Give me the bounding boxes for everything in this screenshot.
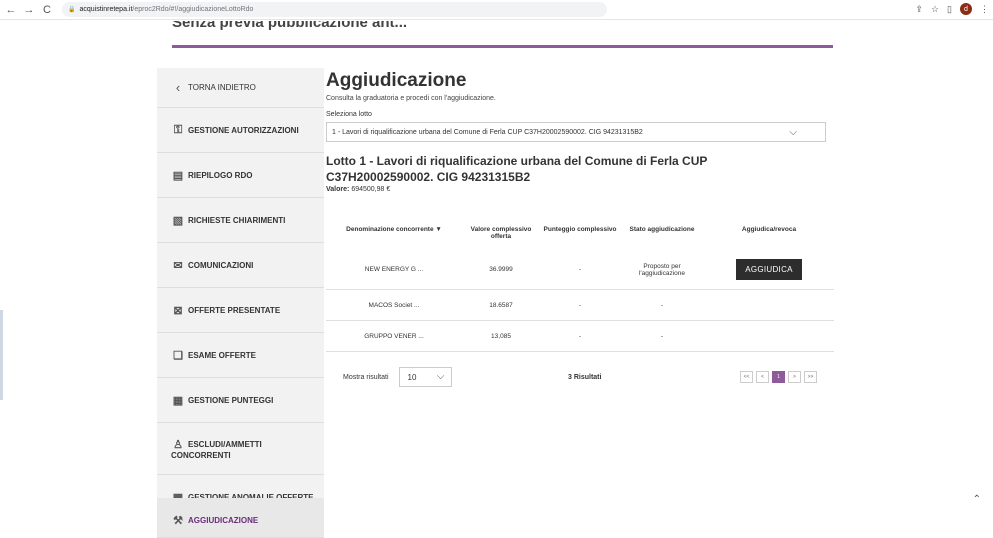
left-edge-indicator — [0, 310, 3, 400]
main-content: Aggiudicazione Consulta la graduatoria e… — [326, 70, 836, 193]
scroll-top-icon[interactable]: ⌃ — [973, 494, 981, 505]
cell-value: 18.6587 — [489, 301, 513, 309]
col-header-score: Punteggio complessivo — [543, 226, 617, 233]
sidebar-item-label: AGGIUDICAZIONE — [188, 516, 259, 525]
sidebar-item-label: OFFERTE PRESENTATE — [188, 305, 281, 315]
sidebar-item-label: TORNA INDIETRO — [188, 83, 256, 92]
document-question-icon: ▧ — [172, 214, 184, 227]
sidebar: ‹ TORNA INDIETRO ⚿ GESTIONE AUTORIZZAZIO… — [157, 68, 324, 538]
reload-icon[interactable]: C — [40, 3, 54, 17]
sidepanel-icon[interactable]: ▯ — [947, 4, 952, 15]
sidebar-item-label: RIEPILOGO RDO — [188, 170, 253, 180]
page-heading-clipped: Senza previa pubblicazione ant... — [172, 21, 408, 31]
per-page-select[interactable]: 10 ⌵ — [398, 367, 452, 387]
forward-icon[interactable]: → — [22, 3, 36, 17]
table-row: MACOS Societ ... 18.6587 - - — [326, 290, 834, 321]
pagination: << < 1 > >> — [740, 371, 817, 383]
lot-value-label: Valore: — [326, 186, 350, 193]
sidebar-item-label: RICHIESTE CHIARIMENTI — [188, 215, 286, 225]
cell-status: Proposto per l'aggiudicazione — [638, 262, 686, 277]
menu-icon[interactable]: ⋮ — [980, 4, 989, 15]
sidebar-item-label: GESTIONE AUTORIZZAZIONI — [188, 125, 299, 135]
ranking-table: Denominazione concorrente ▼ Valore compl… — [326, 226, 834, 352]
sidebar-item-authorizations[interactable]: ⚿ GESTIONE AUTORIZZAZIONI — [157, 108, 324, 153]
gavel-icon: ⚒ — [173, 515, 183, 527]
results-count: 3 Risultati — [568, 373, 602, 381]
sidebar-item-clarifications[interactable]: ▧ RICHIESTE CHIARIMENTI — [157, 198, 324, 243]
browser-actions: ⇪ ☆ ▯ d ⋮ — [915, 3, 989, 15]
sidebar-item-communications[interactable]: ✉ COMUNICAZIONI — [157, 243, 324, 288]
chat-icon: ✉ — [173, 259, 183, 272]
sidebar-item-submitted-offers[interactable]: ⊠ OFFERTE PRESENTATE — [157, 288, 324, 333]
col-header-competitor[interactable]: Denominazione concorrente ▼ — [326, 226, 462, 233]
sidebar-item-summary[interactable]: ▤ RIEPILOGO RDO — [157, 153, 324, 198]
cell-score: - — [578, 301, 582, 309]
last-page-button[interactable]: >> — [804, 371, 817, 383]
cell-competitor: MACOS Societ ... — [368, 301, 420, 309]
sidebar-item-label-line1: ESCLUDI/AMMETTI — [188, 439, 262, 449]
cell-score: - — [578, 266, 582, 273]
offer-document-icon: ⊠ — [173, 304, 183, 317]
lock-icon: 🔒 — [68, 7, 76, 13]
url-host: acquistinretepa.it — [79, 6, 133, 13]
sidebar-item-label: ESAME OFFERTE — [188, 350, 257, 360]
chevron-down-icon: ⌵ — [789, 127, 797, 138]
chevron-left-icon: ‹ — [175, 80, 181, 95]
lot-title: Lotto 1 - Lavori di riqualificazione urb… — [326, 154, 708, 184]
chevron-down-icon: ⌵ — [436, 371, 445, 382]
cell-competitor: NEW ENERGY G ... — [364, 266, 424, 273]
award-button[interactable]: AGGIUDICA — [736, 259, 802, 280]
next-page-button[interactable]: > — [788, 371, 801, 383]
per-page-label: Mostra risultati — [343, 373, 389, 381]
sidebar-item-label-line2: CONCORRENTI — [171, 451, 231, 460]
cell-score: - — [578, 332, 582, 340]
sidebar-item-award[interactable]: ⚒ AGGIUDICAZIONE — [157, 498, 324, 538]
share-icon[interactable]: ⇪ — [915, 4, 923, 15]
sidebar-item-label: GESTIONE PUNTEGGI — [188, 395, 274, 405]
lot-select[interactable]: 1 - Lavori di riqualificazione urbana de… — [326, 122, 826, 142]
col-header-value: Valore complessivo offerta — [470, 226, 532, 240]
page-title: Aggiudicazione — [326, 70, 467, 91]
lot-value: Valore: 694500,98 € — [326, 186, 836, 193]
document-list-icon: ▤ — [172, 169, 184, 182]
lot-select-value: 1 - Lavori di riqualificazione urbana de… — [332, 128, 643, 136]
bookmark-star-icon[interactable]: ☆ — [931, 4, 939, 15]
page-subtitle: Consulta la graduatoria e procedi con l'… — [326, 95, 496, 102]
sidebar-item-scores[interactable]: ▦ GESTIONE PUNTEGGI — [157, 378, 324, 423]
lot-value-amount: 694500,98 € — [351, 186, 391, 193]
sidebar-item-label: COMUNICAZIONI — [188, 260, 254, 270]
review-document-icon: ❏ — [173, 349, 183, 362]
first-page-button[interactable]: << — [740, 371, 753, 383]
cell-action: AGGIUDICA — [704, 259, 834, 280]
sidebar-item-exclude-admit[interactable]: ♙ ESCLUDI/AMMETTI CONCORRENTI — [157, 423, 324, 475]
cell-competitor: GRUPPO VENER ... — [364, 332, 424, 340]
table-row: GRUPPO VENER ... 13,085 - - — [326, 321, 834, 352]
profile-avatar[interactable]: d — [960, 3, 972, 15]
lot-select-label: Seleziona lotto — [326, 111, 372, 118]
current-page-button[interactable]: 1 — [772, 371, 785, 383]
table-header: Denominazione concorrente ▼ Valore compl… — [326, 226, 834, 250]
sidebar-item-review-offers[interactable]: ❏ ESAME OFFERTE — [157, 333, 324, 378]
per-page-value: 10 — [407, 372, 417, 382]
keys-icon: ⚿ — [173, 123, 183, 136]
scores-table-icon: ▦ — [172, 394, 184, 407]
header-divider — [172, 45, 833, 48]
users-icon: ♙ — [173, 438, 183, 451]
col-header-status: Stato aggiudicazione — [629, 226, 695, 233]
table-footer: Mostra risultati 10 ⌵ 3 Risultati << < 1… — [343, 366, 833, 388]
back-icon[interactable]: ← — [4, 3, 18, 17]
table-row: NEW ENERGY G ... 36.9999 - Proposto per … — [326, 250, 834, 290]
browser-toolbar: ← → C 🔒 acquistinretepa.it/eproc2Rdo/#!/… — [0, 0, 993, 20]
address-bar[interactable]: 🔒 acquistinretepa.it/eproc2Rdo/#!/aggiud… — [62, 2, 607, 17]
cell-status: - — [660, 332, 664, 340]
cell-value: 36.9999 — [489, 266, 513, 273]
url-path: /eproc2Rdo/#!/aggiudicazioneLottoRdo — [132, 6, 254, 13]
col-header-action: Aggiudica/revoca — [741, 226, 797, 233]
sidebar-item-back[interactable]: ‹ TORNA INDIETRO — [157, 68, 324, 108]
prev-page-button[interactable]: < — [756, 371, 769, 383]
cell-value: 13,085 — [491, 332, 511, 340]
cell-status: - — [660, 301, 664, 309]
